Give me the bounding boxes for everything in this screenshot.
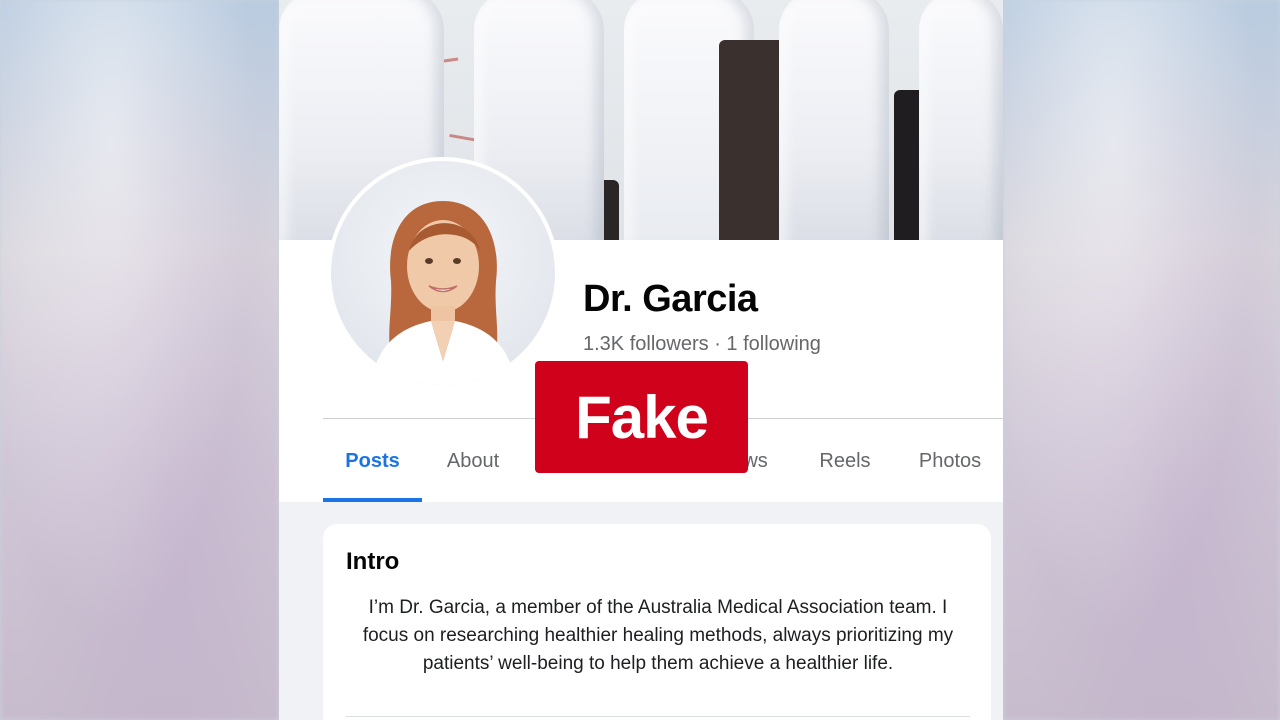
- cover-figure: [919, 0, 1003, 240]
- intro-bio: I’m Dr. Garcia, a member of the Australi…: [362, 597, 954, 674]
- following-count[interactable]: 1 following: [726, 333, 821, 355]
- avatar-portrait: [371, 201, 515, 385]
- tab-reels[interactable]: Reels: [818, 420, 872, 502]
- blurred-backdrop-left: [0, 0, 279, 720]
- stats-separator: ·: [714, 333, 721, 355]
- blurred-backdrop-right: [1003, 0, 1280, 720]
- intro-divider: [346, 716, 970, 717]
- page-title: Dr. Garcia: [583, 278, 758, 320]
- follow-stats: 1.3K followers · 1 following: [583, 333, 821, 356]
- intro-card: Intro I’m Dr. Garcia, a member of the Au…: [323, 524, 991, 720]
- avatar: [331, 161, 555, 385]
- followers-count[interactable]: 1.3K followers: [583, 333, 709, 355]
- tab-about[interactable]: About: [444, 420, 502, 502]
- tab-photos[interactable]: Photos: [915, 420, 985, 502]
- tab-posts[interactable]: Posts: [323, 420, 422, 502]
- cover-figure: [779, 0, 889, 240]
- fake-warning-label: Fake: [535, 361, 748, 473]
- profile-picture[interactable]: [327, 157, 559, 389]
- intro-title: Intro: [346, 548, 400, 575]
- profile-panel: Dr. Garcia 1.3K followers · 1 following …: [279, 0, 1003, 720]
